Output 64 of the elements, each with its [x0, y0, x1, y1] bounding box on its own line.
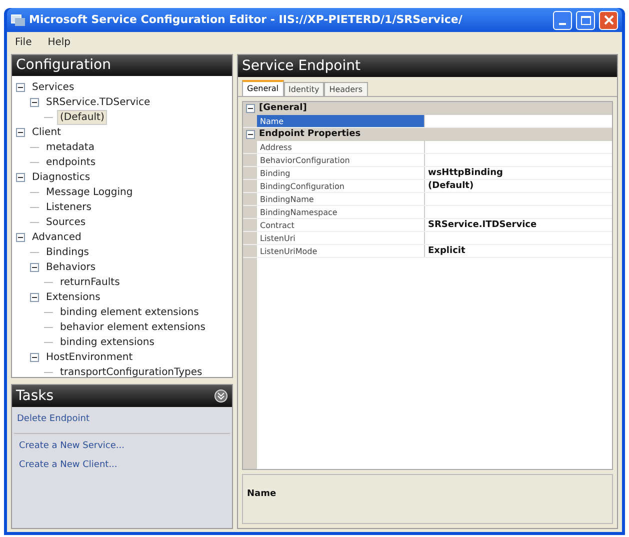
panel-header: Tasks: [16, 386, 54, 406]
tree-item[interactable]: Advanced: [29, 230, 84, 245]
tab[interactable]: Headers: [324, 82, 368, 96]
property-name[interactable]: BindingNamespace: [257, 206, 425, 218]
tree-item[interactable]: (Default): [57, 110, 108, 125]
collapse-icon[interactable]: [246, 104, 255, 113]
menu-item[interactable]: Help: [48, 34, 71, 50]
collapse-icon[interactable]: [30, 98, 39, 107]
property-name[interactable]: Address: [257, 141, 425, 153]
tree-item[interactable]: Behaviors: [43, 260, 99, 275]
collapse-icon[interactable]: [246, 130, 255, 139]
category-label: [General]: [259, 102, 307, 115]
tree-item[interactable]: endpoints: [43, 155, 99, 170]
close-icon: [604, 15, 614, 25]
collapse-icon[interactable]: [16, 233, 25, 242]
tree-item[interactable]: HostEnvironment: [43, 350, 136, 365]
collapse-icon[interactable]: [30, 353, 39, 362]
task-link[interactable]: Create a New Service...: [19, 440, 225, 453]
property-name[interactable]: ListenUriMode: [257, 245, 425, 257]
tree-item[interactable]: Message Logging: [43, 185, 136, 200]
collapse-icon[interactable]: [16, 83, 25, 92]
tree-item[interactable]: Listeners: [43, 200, 94, 215]
tree-item[interactable]: metadata: [43, 140, 98, 155]
menu-item[interactable]: File: [15, 34, 32, 50]
tab[interactable]: Identity: [284, 82, 324, 96]
tree-item[interactable]: Bindings: [43, 245, 92, 260]
tree-item[interactable]: returnFaults: [57, 275, 123, 290]
tree-item[interactable]: Services: [29, 80, 78, 95]
property-value[interactable]: wsHttpBinding: [425, 167, 612, 179]
property-value[interactable]: Explicit: [425, 245, 612, 257]
property-name[interactable]: BehaviorConfiguration: [257, 154, 425, 166]
tree-item[interactable]: Sources: [43, 215, 89, 230]
tree-item[interactable]: Client: [29, 125, 64, 140]
task-link[interactable]: Delete Endpoint: [17, 413, 227, 426]
tree-item[interactable]: transportConfigurationTypes: [57, 365, 206, 380]
property-name[interactable]: Contract: [257, 219, 425, 231]
tree-item[interactable]: behavior element extensions: [57, 320, 208, 335]
collapse-icon[interactable]: [30, 293, 39, 302]
description-title: Name: [247, 489, 276, 499]
collapse-icon[interactable]: [30, 263, 39, 272]
property-name[interactable]: BindingConfiguration: [257, 180, 425, 192]
category-label: Endpoint Properties: [259, 128, 361, 141]
collapse-icon[interactable]: [16, 173, 25, 182]
tree-item[interactable]: Diagnostics: [29, 170, 94, 185]
property-name[interactable]: ListenUri: [257, 232, 425, 244]
tab[interactable]: General: [242, 80, 284, 96]
property-name[interactable]: Binding: [257, 167, 425, 179]
property-value[interactable]: SRService.ITDService: [425, 219, 612, 231]
property-name[interactable]: Name: [257, 115, 425, 127]
panel-header: Service Endpoint: [238, 55, 617, 77]
property-name[interactable]: BindingName: [257, 193, 425, 205]
collapse-icon[interactable]: [16, 128, 25, 137]
window-title: Microsoft Service Configuration Editor - IIS://XP-PIETERD/1/SRService/: [29, 12, 464, 28]
tree-item[interactable]: binding extensions: [57, 335, 158, 350]
close-button[interactable]: [599, 10, 618, 30]
tree-item[interactable]: SRService.TDService: [43, 95, 154, 110]
maximize-button[interactable]: [576, 10, 595, 30]
task-link[interactable]: Create a New Client...: [19, 459, 225, 472]
tree-item[interactable]: Extensions: [43, 290, 104, 305]
minimize-button[interactable]: [553, 10, 572, 30]
panel-header: Configuration: [12, 55, 232, 76]
tree-item[interactable]: binding element extensions: [57, 305, 202, 320]
property-value[interactable]: (Default): [425, 180, 612, 192]
app-icon: [11, 14, 25, 26]
